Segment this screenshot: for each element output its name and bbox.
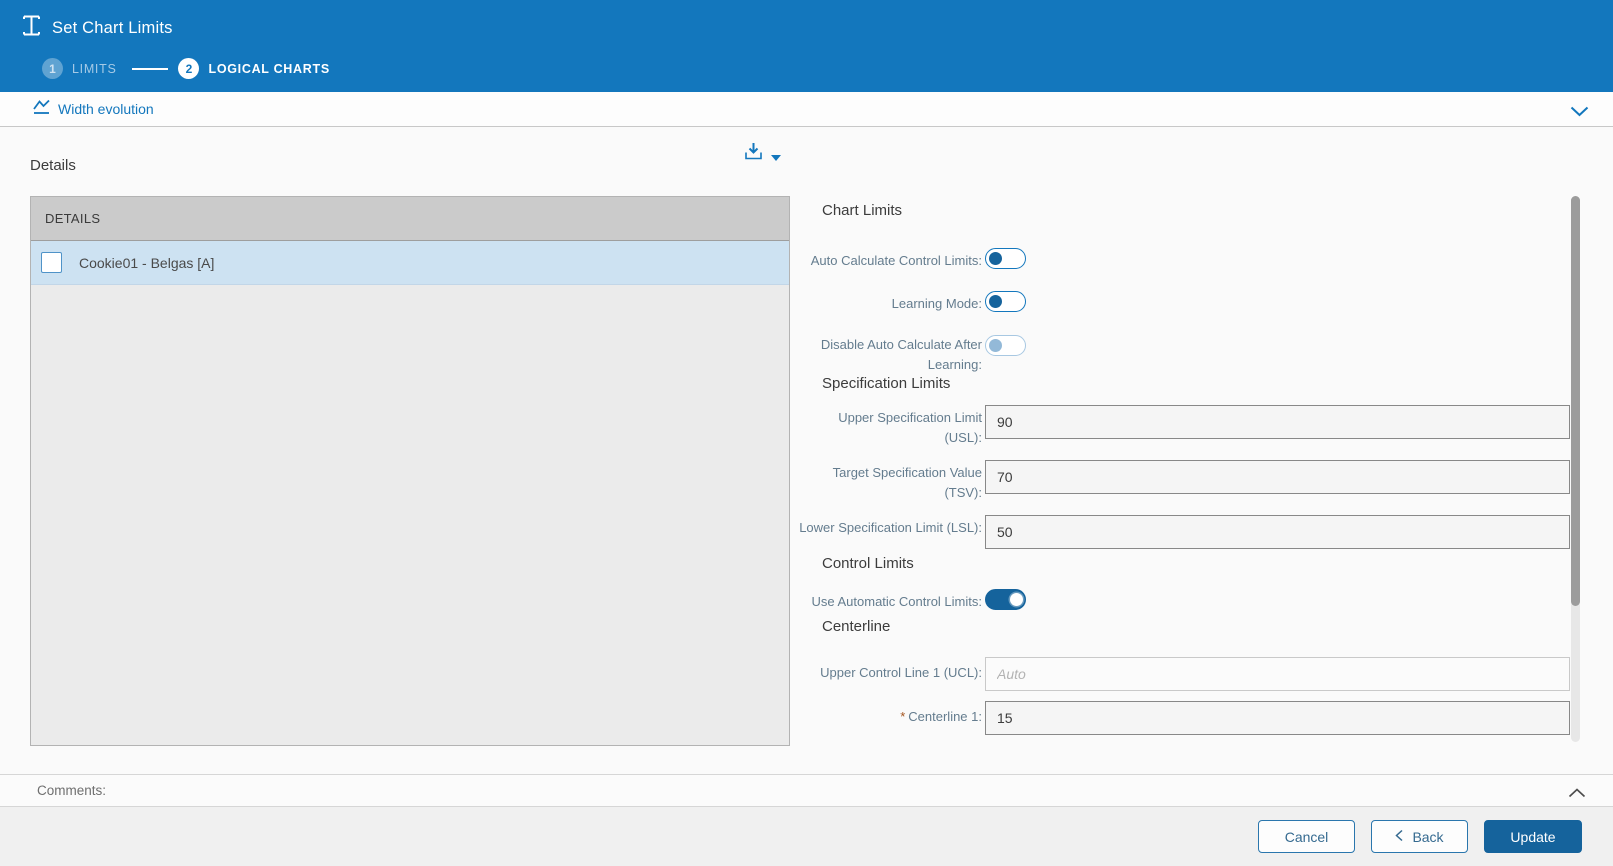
- dialog-header: Set Chart Limits 1 LIMITS 2 LOGICAL CHAR…: [0, 0, 1613, 92]
- section-heading-centerline: Centerline: [822, 618, 890, 635]
- set-chart-limits-dialog: Set Chart Limits 1 LIMITS 2 LOGICAL CHAR…: [0, 0, 1613, 866]
- learning-mode-label: Learning Mode:: [798, 294, 982, 314]
- details-heading: Details: [30, 157, 76, 174]
- chart-limits-form: Chart Limits Auto Calculate Control Limi…: [798, 196, 1574, 742]
- cancel-button[interactable]: Cancel: [1258, 820, 1355, 853]
- disable-auto-after-learning-label: Disable Auto Calculate After Learning:: [798, 335, 982, 375]
- details-table: DETAILS Cookie01 - Belgas [A]: [30, 196, 790, 746]
- usl-input[interactable]: [985, 405, 1570, 439]
- step-1-circle[interactable]: 1: [42, 58, 63, 79]
- width-evolution-collapse-bar[interactable]: Width evolution: [0, 92, 1613, 127]
- line-chart-icon: [32, 98, 51, 121]
- centerline1-input[interactable]: [985, 701, 1570, 735]
- update-button[interactable]: Update: [1484, 820, 1582, 853]
- ibeam-icon: [22, 14, 41, 42]
- section-heading-chart-limits: Chart Limits: [822, 202, 902, 219]
- use-automatic-control-limits-label: Use Automatic Control Limits:: [798, 592, 982, 612]
- download-icon: [742, 140, 765, 168]
- chevron-down-icon[interactable]: [1570, 104, 1589, 122]
- form-scrollbar-track[interactable]: [1571, 196, 1580, 742]
- download-button[interactable]: [742, 140, 781, 168]
- usl-label: Upper Specification Limit (USL):: [798, 408, 982, 448]
- row-checkbox[interactable]: [41, 252, 62, 273]
- ucl1-label: Upper Control Line 1 (UCL):: [798, 663, 982, 683]
- tsv-input[interactable]: [985, 460, 1570, 494]
- learning-mode-toggle[interactable]: [985, 291, 1026, 312]
- disable-auto-after-learning-toggle: [985, 335, 1026, 356]
- section-heading-control-limits: Control Limits: [822, 555, 914, 572]
- step-2-label: LOGICAL CHARTS: [208, 62, 329, 76]
- comments-collapse-bar[interactable]: Comments:: [0, 774, 1613, 807]
- comments-label: Comments:: [37, 783, 106, 798]
- details-table-header: DETAILS: [31, 197, 789, 241]
- tsv-label: Target Specification Value (TSV):: [798, 463, 982, 503]
- row-label: Cookie01 - Belgas [A]: [79, 255, 214, 271]
- form-scrollbar-thumb[interactable]: [1571, 196, 1580, 606]
- width-evolution-label: Width evolution: [58, 101, 154, 117]
- step-indicator: 1 LIMITS 2 LOGICAL CHARTS: [42, 58, 1613, 79]
- auto-calculate-toggle[interactable]: [985, 248, 1026, 269]
- chevron-up-icon[interactable]: [1568, 785, 1586, 803]
- lsl-input[interactable]: [985, 515, 1570, 549]
- step-1-label[interactable]: LIMITS: [72, 62, 116, 76]
- main-content: Details DETAILS Cookie01 - Belgas [A]: [0, 128, 1613, 774]
- section-heading-specification-limits: Specification Limits: [822, 375, 950, 392]
- step-2-circle[interactable]: 2: [178, 58, 199, 79]
- caret-down-icon: [771, 148, 781, 166]
- dialog-title: Set Chart Limits: [52, 19, 173, 38]
- table-row[interactable]: Cookie01 - Belgas [A]: [31, 241, 789, 285]
- chevron-left-icon: [1395, 829, 1403, 845]
- use-automatic-control-limits-toggle[interactable]: [985, 589, 1026, 610]
- step-connector: [132, 68, 168, 70]
- back-button[interactable]: Back: [1371, 820, 1468, 853]
- auto-calculate-label: Auto Calculate Control Limits:: [798, 251, 982, 271]
- required-asterisk: *: [900, 709, 905, 724]
- ucl1-input: [985, 657, 1570, 691]
- centerline1-label: *Centerline 1:: [798, 707, 982, 727]
- dialog-footer: Cancel Back Update: [0, 807, 1613, 866]
- lsl-label: Lower Specification Limit (LSL):: [798, 518, 982, 538]
